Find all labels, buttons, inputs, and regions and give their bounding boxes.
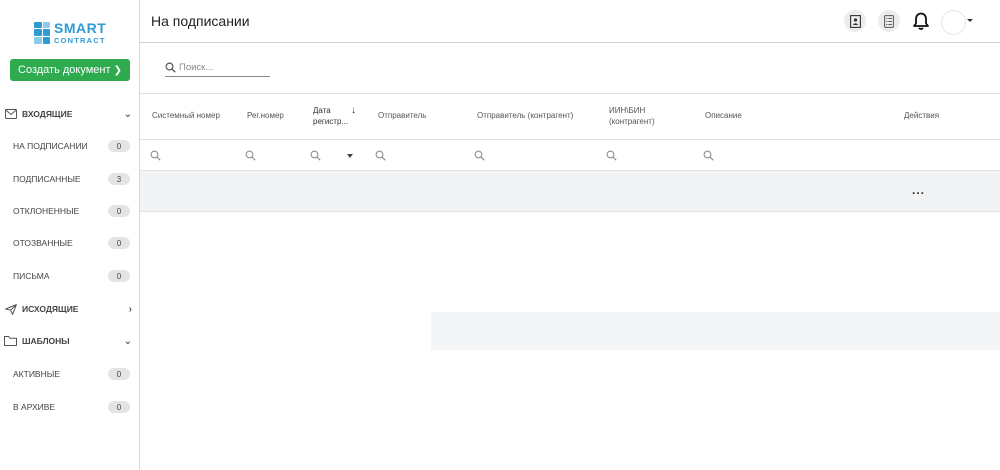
sidebar-item-label: ПОДПИСАННЫЕ: [13, 174, 81, 184]
search-icon: [165, 61, 176, 73]
chevron-down-icon: ⌄: [123, 335, 132, 347]
search-box[interactable]: [165, 58, 270, 77]
smart-contract-logo-icon: [34, 21, 50, 44]
column-label: Действия: [904, 111, 940, 121]
count-badge: 0: [108, 270, 130, 282]
sidebar-item-active[interactable]: АКТИВНЫЕ 0: [0, 364, 140, 384]
app: SMART CONTRACT Создать документ ❯ ВХОДЯЩ…: [0, 0, 1000, 470]
column-label: Отправитель: [378, 111, 427, 121]
count-badge: 0: [108, 237, 130, 249]
filter-search-icon[interactable]: [703, 150, 714, 161]
sidebar-item-archive[interactable]: В АРХИВЕ 0: [0, 397, 140, 417]
sidebar-item-revoked[interactable]: ОТОЗВАННЫЕ 0: [0, 233, 140, 253]
table-row[interactable]: ...: [140, 171, 1000, 212]
filter-search-icon[interactable]: [474, 150, 485, 161]
sidebar-section-label: ВХОДЯЩИЕ: [22, 109, 73, 119]
count-badge: 0: [108, 401, 130, 413]
column-label: Отправитель (контрагент): [477, 111, 574, 121]
column-header-actions: Действия: [904, 94, 939, 139]
sidebar-section-templates[interactable]: ШАБЛОНЫ ⌄: [0, 330, 140, 352]
chevron-down-icon: ⌄: [123, 108, 132, 120]
logo-text-line2: CONTRACT: [54, 36, 106, 45]
sidebar-section-label: ШАБЛОНЫ: [22, 336, 70, 346]
chevron-right-icon: ❯: [113, 64, 122, 76]
search-input[interactable]: [179, 61, 269, 73]
create-document-button[interactable]: Создать документ ❯: [10, 59, 130, 81]
row-actions-menu-icon[interactable]: ...: [912, 183, 925, 197]
empty-placeholder-block: [431, 312, 1000, 350]
page-title: На подписании: [151, 13, 250, 29]
filter-search-icon[interactable]: [150, 150, 161, 161]
date-filter-dropdown-icon[interactable]: [347, 154, 353, 158]
column-label-line1: ИИН\БИН: [609, 106, 646, 116]
folder-icon: [4, 335, 17, 348]
column-header-sender-counterparty[interactable]: Отправитель (контрагент): [477, 94, 573, 139]
column-header-iin-bin[interactable]: ИИН\БИН (контрагент): [609, 94, 655, 139]
sidebar-item-label: ОТКЛОНЕННЫЕ: [13, 206, 80, 216]
column-header-description[interactable]: Описание: [705, 94, 742, 139]
sidebar-item-signed[interactable]: ПОДПИСАННЫЕ 3: [0, 169, 140, 189]
sidebar-item-label: В АРХИВЕ: [13, 402, 56, 412]
column-label-line2: (контрагент): [609, 116, 655, 126]
count-badge: 0: [108, 140, 130, 152]
sidebar-item-label: ПИСЬМА: [13, 271, 50, 281]
logo[interactable]: SMART CONTRACT: [34, 21, 106, 45]
sidebar-item-label: АКТИВНЫЕ: [13, 369, 60, 379]
count-badge: 0: [108, 368, 130, 380]
column-label: Описание: [705, 111, 742, 121]
chevron-right-icon: ›: [128, 303, 132, 315]
column-header-sender[interactable]: Отправитель: [378, 94, 426, 139]
sidebar-item-label: НА ПОДПИСАНИИ: [13, 141, 88, 151]
envelope-icon: [4, 108, 17, 121]
column-label-line1: Дата: [313, 106, 331, 116]
sidebar-section-outgoing[interactable]: ИСХОДЯЩИЕ ›: [0, 298, 140, 320]
header: На подписании: [140, 0, 1000, 43]
sidebar-item-letters[interactable]: ПИСЬМА 0: [0, 266, 140, 286]
sidebar: SMART CONTRACT Создать документ ❯ ВХОДЯЩ…: [0, 0, 140, 470]
filter-search-icon[interactable]: [310, 150, 321, 161]
column-label-line2: регистр...: [313, 116, 349, 126]
create-document-label: Создать документ: [18, 64, 111, 76]
table-header: Системный номер Рег.номер Дата регистр..…: [140, 93, 1000, 140]
count-badge: 3: [108, 173, 130, 185]
caret-down-icon[interactable]: [967, 19, 973, 22]
sidebar-item-rejected[interactable]: ОТКЛОНЕННЫЕ 0: [0, 201, 140, 221]
sort-desc-icon[interactable]: ↓: [351, 105, 356, 116]
column-header-reg-date[interactable]: Дата регистр...: [313, 94, 348, 139]
bell-icon[interactable]: [911, 11, 931, 31]
filter-search-icon[interactable]: [375, 150, 386, 161]
avatar[interactable]: [941, 10, 966, 35]
column-header-system-number[interactable]: Системный номер: [152, 94, 220, 139]
filter-search-icon[interactable]: [245, 150, 256, 161]
column-label: Рег.номер: [247, 111, 284, 121]
documents-table: Системный номер Рег.номер Дата регистр..…: [140, 93, 1000, 212]
paper-plane-icon: [4, 303, 17, 316]
column-header-reg-number[interactable]: Рег.номер: [247, 94, 284, 139]
profile-card-icon[interactable]: [844, 10, 866, 32]
logo-text-line1: SMART: [54, 20, 107, 36]
count-badge: 0: [108, 205, 130, 217]
sidebar-section-label: ИСХОДЯЩИЕ: [22, 304, 79, 314]
filter-search-icon[interactable]: [606, 150, 617, 161]
column-label: Системный номер: [152, 111, 220, 121]
sidebar-item-label: ОТОЗВАННЫЕ: [13, 238, 73, 248]
sidebar-item-on-signing[interactable]: НА ПОДПИСАНИИ 0: [0, 136, 140, 156]
filter-row: [140, 140, 1000, 171]
sidebar-section-incoming[interactable]: ВХОДЯЩИЕ ⌄: [0, 103, 140, 125]
checklist-icon[interactable]: [878, 10, 900, 32]
